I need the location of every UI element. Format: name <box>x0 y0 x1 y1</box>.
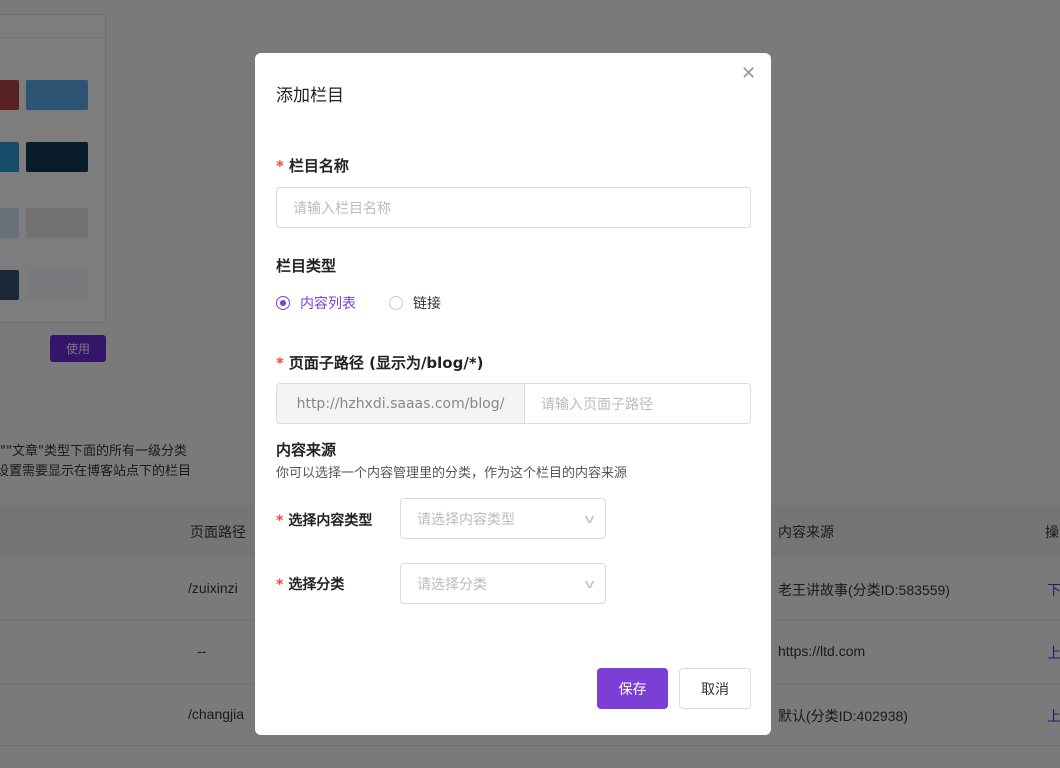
subpath-input[interactable]: 请输入页面子路径 <box>524 383 751 424</box>
hint-text: ""文章"类型下面的所有一级分类 <box>0 444 187 459</box>
hint-text: 设置需要显示在博客站点下的栏目 <box>0 464 192 479</box>
name-label-text: 栏目名称 <box>288 157 349 175</box>
select-placeholder: 请选择内容类型 <box>417 511 515 528</box>
path-prefix: http://hzhxdi.saaas.com/blog/ <box>276 383 525 424</box>
required-mark: * <box>276 513 284 529</box>
column-header-path: 页面路径 <box>190 524 246 540</box>
column-header-source: 内容来源 <box>778 524 834 540</box>
table-row-action[interactable]: 上 <box>1047 706 1060 726</box>
save-button[interactable]: 保存 <box>597 668 668 709</box>
required-mark: * <box>276 157 284 175</box>
preview-thumbnail <box>0 142 19 172</box>
close-icon[interactable]: ✕ <box>741 63 756 84</box>
table-cell-source: 老王讲故事(分类ID:583559) <box>778 582 950 598</box>
column-header-actions: 操 <box>1045 524 1059 540</box>
chevron-down-icon: v <box>584 576 595 591</box>
column-name-input[interactable]: 请输入栏目名称 <box>276 187 751 228</box>
content-type-label: * 选择内容类型 <box>276 510 372 530</box>
chevron-down-icon: v <box>584 511 595 526</box>
required-mark: * <box>276 577 284 593</box>
source-title: 内容来源 <box>276 441 337 459</box>
radio-content-list[interactable]: 内容列表 <box>276 293 356 313</box>
table-cell-source: 默认(分类ID:402938) <box>778 708 908 724</box>
table-cell-source: https://ltd.com <box>778 643 866 659</box>
radio-checked-icon <box>276 296 290 310</box>
preview-thumbnail <box>26 270 88 300</box>
category-label: * 选择分类 <box>276 574 344 594</box>
required-mark: * <box>276 354 284 372</box>
table-cell-path: /changjia <box>188 706 245 722</box>
table-cell-path: /zuixinzi <box>188 580 238 596</box>
source-description: 你可以选择一个内容管理里的分类，作为这个栏目的内容来源 <box>276 466 628 481</box>
table-row-action[interactable]: 下 <box>1047 580 1060 600</box>
radio-label: 内容列表 <box>300 296 356 312</box>
template-preview-card <box>0 14 106 323</box>
preview-thumbnail <box>0 208 19 238</box>
preview-thumbnail <box>26 80 88 110</box>
use-template-button[interactable]: 使用 <box>50 335 106 362</box>
content-type-select[interactable]: 请选择内容类型 v <box>400 498 606 539</box>
preview-thumbnail <box>26 142 88 172</box>
preview-thumbnail <box>0 270 19 300</box>
add-column-dialog: 添加栏目 ✕ * 栏目名称 请输入栏目名称 栏目类型 内容列表 链接 * 页面子路径… <box>255 53 771 735</box>
path-label: * 页面子路径 (显示为/blog/*) <box>276 352 484 373</box>
type-label: 栏目类型 <box>276 257 337 275</box>
category-select[interactable]: 请选择分类 v <box>400 563 606 604</box>
content-type-label-text: 选择内容类型 <box>288 513 373 529</box>
table-row-action[interactable]: 上 <box>1047 643 1060 663</box>
select-placeholder: 请选择分类 <box>417 576 487 593</box>
preview-thumbnail <box>26 208 88 238</box>
cancel-button[interactable]: 取消 <box>679 668 751 709</box>
radio-label: 链接 <box>413 296 441 312</box>
name-label: * 栏目名称 <box>276 155 349 176</box>
category-label-text: 选择分类 <box>288 577 345 593</box>
preview-thumbnail <box>0 80 19 110</box>
table-cell-path: -- <box>197 643 207 659</box>
radio-link[interactable]: 链接 <box>389 293 441 313</box>
dialog-title: 添加栏目 <box>276 86 344 106</box>
path-label-text: 页面子路径 (显示为/blog/*) <box>288 354 484 372</box>
radio-unchecked-icon <box>389 296 403 310</box>
